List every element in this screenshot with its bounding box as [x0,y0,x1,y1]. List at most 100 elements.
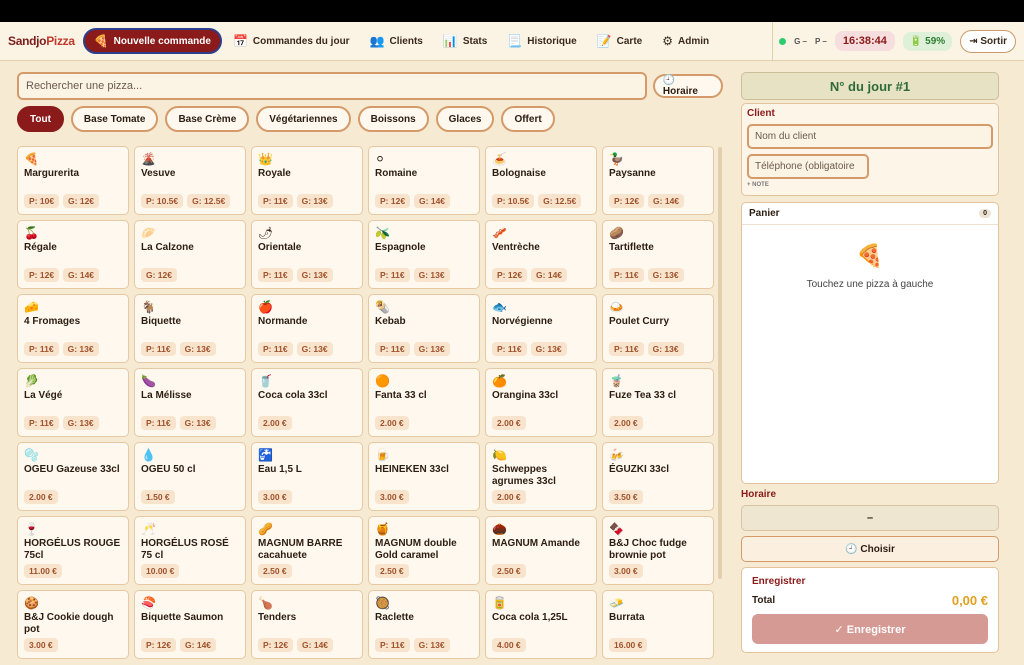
filter-chip[interactable]: Tout [17,106,64,132]
product-name: Margurerita [24,168,80,179]
nav-item-2[interactable]: 👥 Clients [361,28,432,54]
product-icon: 🫧 [24,448,39,462]
product-card[interactable]: 🐟 Norvégienne P: 11€ G: 13€ [485,294,597,363]
save-order-button[interactable]: ✓ Enregistrer [752,614,988,644]
product-card[interactable]: 🥂 HORGÉLUS ROSÉ 75 cl 10.00 € [134,516,246,585]
filter-chip[interactable]: Boissons [357,106,429,132]
product-icon: 🧀 [24,300,39,314]
client-phone-input[interactable]: Téléphone (obligatoire [747,154,869,179]
product-name: Coca cola 33cl [258,390,328,401]
product-name: MAGNUM double Gold caramel [375,538,457,561]
price-tag: P: 11€ [609,268,644,282]
product-name: Fuze Tea 33 cl [609,390,677,401]
product-card[interactable]: 🚰 Eau 1,5 L 3.00 € [251,442,363,511]
product-name: HEINEKEN 33cl [375,464,449,475]
price-tag: G: 13€ [62,342,99,356]
product-name: Eau 1,5 L [258,464,302,475]
product-card[interactable]: 🌋 Vesuve P: 10.5€ G: 12.5€ [134,146,246,215]
product-card[interactable]: 🧈 Burrata 16.00 € [602,590,714,659]
price-tag: G: 13€ [413,268,450,282]
product-icon: ⚪ [375,152,386,166]
nav-item-1[interactable]: 📅 Commandes du jour [224,28,359,54]
product-name: Fanta 33 cl [375,390,427,401]
product-card[interactable]: 🟠 Fanta 33 cl 2.00 € [368,368,480,437]
product-card[interactable]: 🍋 Schweppes agrumes 33cl 2.00 € [485,442,597,511]
price-tag: P: 12€ [141,638,177,652]
product-card[interactable]: 🧋 Fuze Tea 33 cl 2.00 € [602,368,714,437]
price-tag: 2.00 € [609,416,643,430]
product-icon: 🐐 [141,300,156,314]
product-card[interactable]: 💧 OGEU 50 cl 1.50 € [134,442,246,511]
add-note-link[interactable]: + NOTE [747,182,993,188]
product-card[interactable]: 🍆 La Mélisse P: 11€ G: 13€ [134,368,246,437]
product-card[interactable]: 🥘 Raclette P: 11€ G: 13€ [368,590,480,659]
product-card[interactable]: 🍎 Normande P: 11€ G: 13€ [251,294,363,363]
price-tag: 3.00 € [258,490,292,504]
product-card[interactable]: 🥫 Coca cola 1,25L 4.00 € [485,590,597,659]
price-tag: 2.00 € [492,416,526,430]
nav-label: Admin [677,35,710,47]
nav-item-6[interactable]: ⚙ Admin [653,28,718,54]
product-card[interactable]: 🍷 HORGÉLUS ROUGE 75cl 11.00 € [17,516,129,585]
product-card[interactable]: 🐐 Biquette P: 11€ G: 13€ [134,294,246,363]
product-card[interactable]: 🦆 Paysanne P: 12€ G: 14€ [602,146,714,215]
product-name: Normande [258,316,308,327]
product-card[interactable]: ⚪ Romaine P: 12€ G: 14€ [368,146,480,215]
product-card[interactable]: 🍝 Bolognaise P: 10.5€ G: 12.5€ [485,146,597,215]
price-tag: P: 11€ [375,268,410,282]
product-card[interactable]: 🌯 Kebab P: 11€ G: 13€ [368,294,480,363]
product-card[interactable]: 🍪 B&J Cookie dough pot 3.00 € [17,590,129,659]
product-name: Romaine [375,168,418,179]
product-card[interactable]: 🥔 Tartiflette P: 11€ G: 13€ [602,220,714,289]
product-card[interactable]: 🌰 MAGNUM Amande 2.50 € [485,516,597,585]
product-card[interactable]: 🥟 La Calzone G: 12€ [134,220,246,289]
product-card[interactable]: 🍛 Poulet Curry P: 11€ G: 13€ [602,294,714,363]
nav-label: Clients [389,35,423,47]
product-card[interactable]: 🍣 Biquette Saumon P: 12€ G: 14€ [134,590,246,659]
nav-icon: 👥 [369,34,385,48]
product-card[interactable]: 🍗 Tenders P: 12€ G: 14€ [251,590,363,659]
filter-chip[interactable]: Végétariennes [256,106,351,132]
filter-chip[interactable]: Offert [501,106,555,132]
product-card[interactable]: 🥤 Coca cola 33cl 2.00 € [251,368,363,437]
product-card[interactable]: 🫒 Espagnole P: 11€ G: 13€ [368,220,480,289]
price-tag: G: 14€ [180,638,217,652]
nav-item-0[interactable]: 🍕 Nouvelle commande [82,28,222,54]
client-name-input[interactable]: Nom du client [747,124,993,149]
choose-time-button[interactable]: 🕘 Choisir [741,536,999,562]
filter-chip[interactable]: Base Tomate [70,106,159,132]
product-card[interactable]: 🫧 OGEU Gazeuse 33cl 2.00 € [17,442,129,511]
product-icon: 🍋 [492,448,507,462]
nav-icon: 📝 [596,34,612,48]
client-section: Client Nom du client Téléphone (obligato… [741,103,999,196]
nav-label: Historique [527,35,577,47]
filter-chip[interactable]: Base Crème [165,106,250,132]
product-card[interactable]: 🍻 ÉGUZKI 33cl 3.50 € [602,442,714,511]
product-card[interactable]: 🥜 MAGNUM BARRE cacahuete 2.50 € [251,516,363,585]
product-card[interactable]: 🍯 MAGNUM double Gold caramel 2.50 € [368,516,480,585]
product-card[interactable]: 🥓 Ventrèche P: 12€ G: 14€ [485,220,597,289]
price-tag: 11.00 € [24,564,62,578]
nav-item-4[interactable]: 📃 Historique [498,28,585,54]
product-card[interactable]: 🥬 La Végé P: 11€ G: 13€ [17,368,129,437]
product-card[interactable]: 🌶 Orientale P: 11€ G: 13€ [251,220,363,289]
search-input[interactable]: Rechercher une pizza... [17,72,647,100]
grid-scrollbar[interactable] [718,147,722,579]
price-tag: P: 12€ [258,638,294,652]
logout-button[interactable]: ⇥ Sortir [960,29,1016,53]
product-card[interactable]: 🧀 4 Fromages P: 11€ G: 13€ [17,294,129,363]
nav-item-5[interactable]: 📝 Carte [588,28,652,54]
filter-chip[interactable]: Glaces [435,106,495,132]
product-card[interactable]: 🍕 Margurerita P: 10€ G: 12€ [17,146,129,215]
product-card[interactable]: 🍊 Orangina 33cl 2.00 € [485,368,597,437]
nav-item-3[interactable]: 📊 Stats [434,28,496,54]
product-card[interactable]: 👑 Royale P: 11€ G: 13€ [251,146,363,215]
product-card[interactable]: 🍫 B&J Choc fudge brownie pot 3.00 € [602,516,714,585]
product-card[interactable]: 🍒 Régale P: 12€ G: 14€ [17,220,129,289]
product-icon: 🚰 [258,448,273,462]
horaire-button[interactable]: 🕘 Horaire [652,74,723,98]
cart-count-badge: 0 [979,209,991,218]
price-tag: 2.00 € [492,490,526,504]
product-card[interactable]: 🍺 HEINEKEN 33cl 3.00 € [368,442,480,511]
product-name: OGEU Gazeuse 33cl [24,464,120,475]
